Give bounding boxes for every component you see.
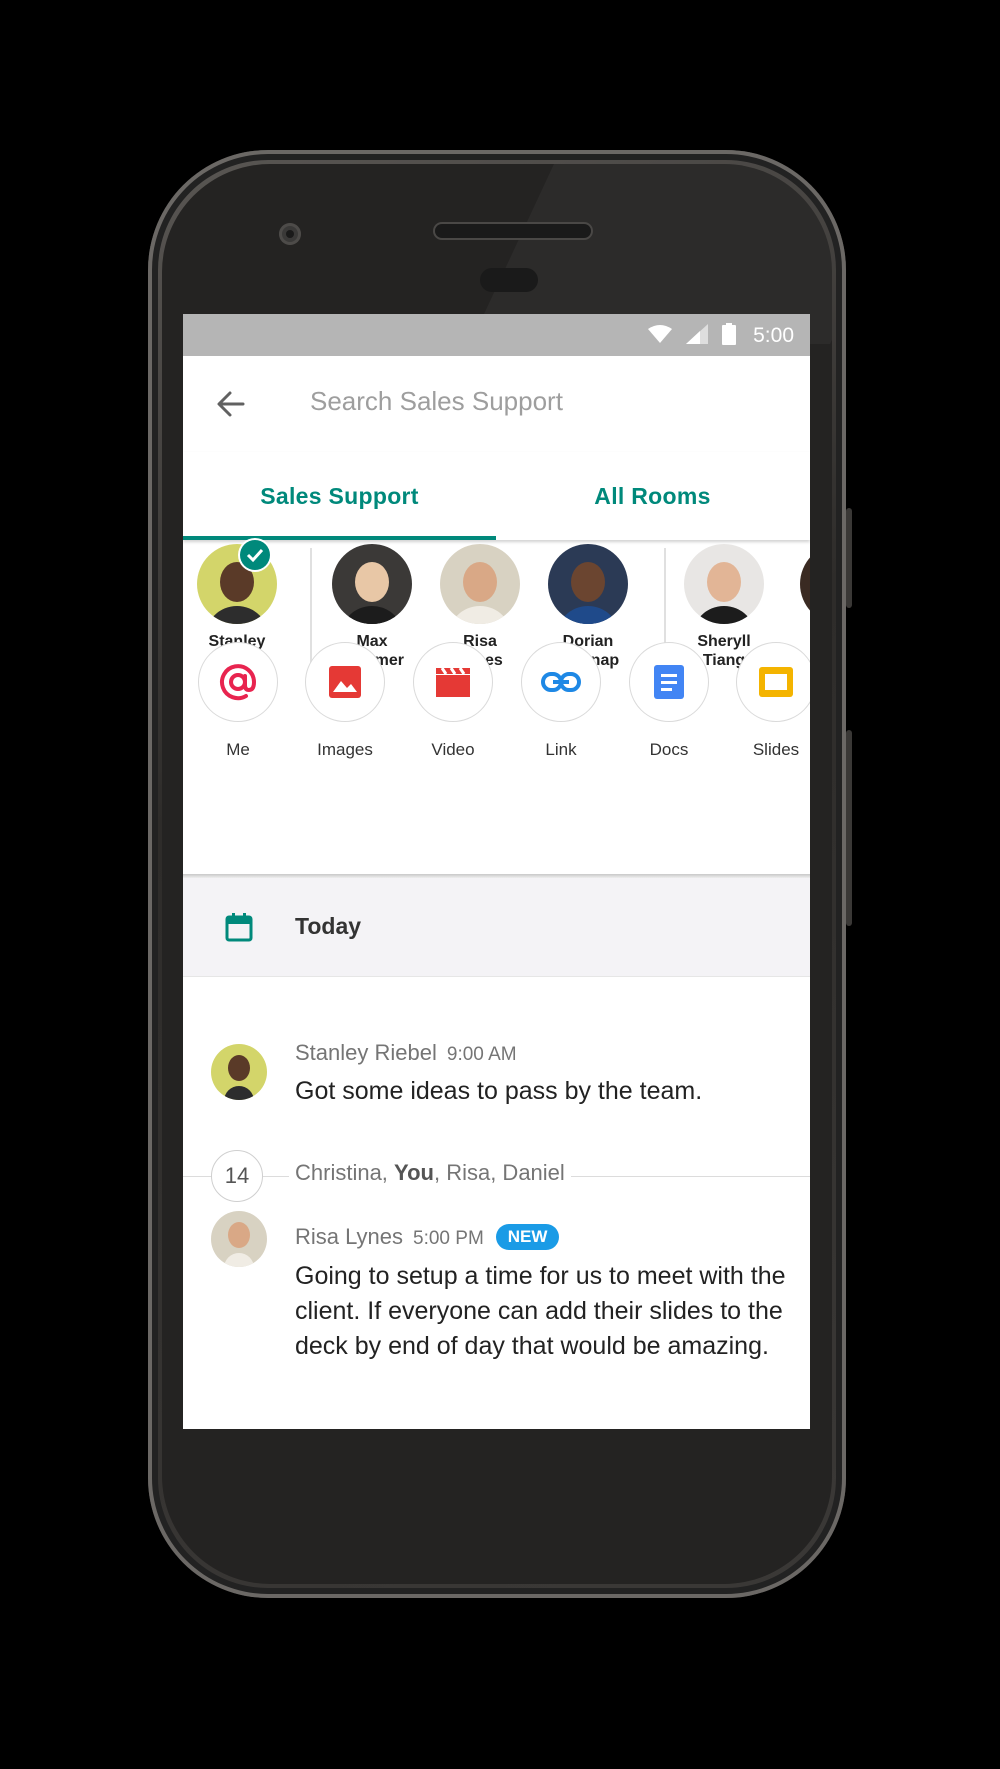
filter-slides[interactable]: Slides bbox=[726, 642, 810, 760]
avatar bbox=[684, 544, 764, 624]
power-button bbox=[846, 508, 852, 608]
wifi-icon bbox=[648, 325, 672, 343]
cell-signal-icon bbox=[686, 324, 708, 344]
avatar-partial[interactable] bbox=[800, 544, 810, 624]
sender-name: Stanley Riebel bbox=[295, 1040, 437, 1065]
status-time: 5:00 bbox=[753, 324, 794, 347]
tab-bar: Sales Support All Rooms bbox=[183, 452, 810, 540]
filter-docs[interactable]: Docs bbox=[619, 642, 719, 760]
date-header: Today bbox=[183, 878, 810, 976]
avatar bbox=[211, 1044, 267, 1100]
message-text: Got some ideas to pass by the team. bbox=[295, 1077, 703, 1105]
battery-icon bbox=[722, 323, 736, 345]
slides-icon bbox=[759, 667, 793, 697]
search-input[interactable]: Search Sales Support bbox=[310, 386, 563, 417]
collapsed-count[interactable]: 14 bbox=[211, 1150, 263, 1202]
volume-button bbox=[846, 730, 852, 926]
avatar bbox=[440, 544, 520, 624]
avatar bbox=[332, 544, 412, 624]
active-tab-indicator bbox=[183, 536, 496, 540]
thread-participants[interactable]: Christina, You, Risa, Daniel bbox=[289, 1160, 571, 1186]
video-icon bbox=[436, 667, 470, 697]
status-bar: 5:00 bbox=[183, 314, 810, 356]
filter-link[interactable]: Link bbox=[511, 642, 611, 760]
earpiece-speaker bbox=[435, 224, 591, 238]
content-filter-row: Me Images Video Link Docs Slides bbox=[183, 642, 810, 848]
check-icon bbox=[240, 540, 270, 570]
filter-video[interactable]: Video bbox=[403, 642, 503, 760]
search-bar: Search Sales Support bbox=[183, 356, 810, 452]
front-camera bbox=[279, 223, 301, 245]
link-icon bbox=[541, 672, 581, 692]
date-label: Today bbox=[295, 913, 362, 939]
message-time: 5:00 PM bbox=[413, 1228, 484, 1249]
avatar bbox=[211, 1211, 267, 1267]
at-icon bbox=[220, 664, 257, 701]
avatar bbox=[548, 544, 628, 624]
docs-icon bbox=[654, 665, 684, 699]
app-screen: 5:00 Search Sales Support Sales Support … bbox=[183, 314, 810, 1429]
divider bbox=[183, 976, 810, 977]
message-time: 9:00 AM bbox=[446, 1044, 517, 1065]
tab-sales-support[interactable]: Sales Support bbox=[183, 452, 496, 540]
proximity-sensor bbox=[480, 268, 538, 292]
calendar-icon bbox=[225, 913, 253, 942]
message-header: Risa Lynes 5:00 PM NEW bbox=[295, 1224, 560, 1250]
sender-name: Risa Lynes bbox=[295, 1224, 404, 1249]
message-header: Stanley Riebel 9:00 AM bbox=[295, 1040, 517, 1066]
image-icon bbox=[329, 666, 361, 698]
status-icons bbox=[648, 323, 736, 345]
back-arrow-icon[interactable] bbox=[211, 384, 251, 424]
new-badge: NEW bbox=[495, 1224, 560, 1250]
filter-me[interactable]: Me bbox=[188, 642, 288, 760]
message-text: Going to setup a time for us to meet wit… bbox=[295, 1262, 786, 1360]
tab-all-rooms[interactable]: All Rooms bbox=[496, 452, 809, 540]
filter-images[interactable]: Images bbox=[295, 642, 395, 760]
